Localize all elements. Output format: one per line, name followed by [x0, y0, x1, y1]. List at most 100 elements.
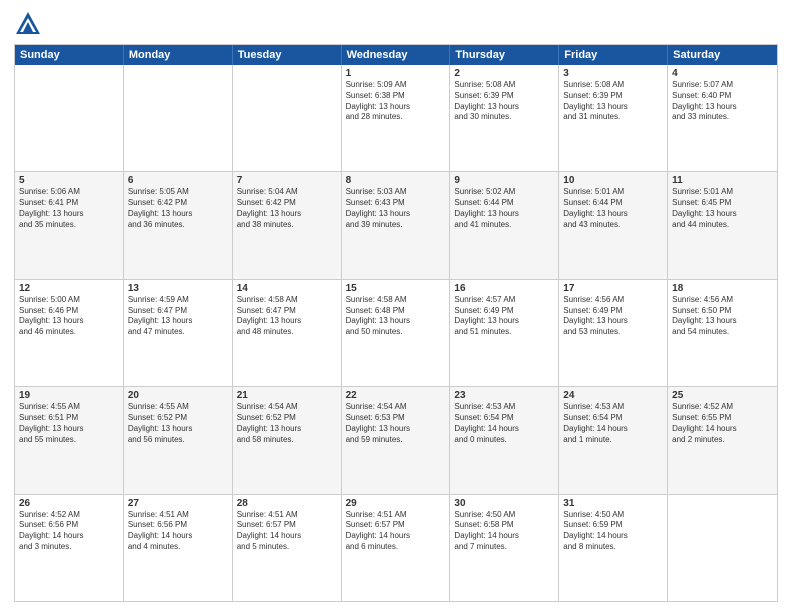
day-info: Sunrise: 4:54 AM Sunset: 6:52 PM Dayligh…	[237, 402, 337, 445]
day-number: 16	[454, 283, 554, 294]
header-day-sunday: Sunday	[15, 45, 124, 65]
day-info: Sunrise: 4:53 AM Sunset: 6:54 PM Dayligh…	[454, 402, 554, 445]
day-number: 14	[237, 283, 337, 294]
day-number: 11	[672, 175, 773, 186]
day-info: Sunrise: 4:58 AM Sunset: 6:48 PM Dayligh…	[346, 295, 446, 338]
calendar-cell: 5Sunrise: 5:06 AM Sunset: 6:41 PM Daylig…	[15, 172, 124, 278]
calendar-week-1: 1Sunrise: 5:09 AM Sunset: 6:38 PM Daylig…	[15, 65, 777, 172]
day-number: 4	[672, 68, 773, 79]
calendar-cell: 15Sunrise: 4:58 AM Sunset: 6:48 PM Dayli…	[342, 280, 451, 386]
calendar-week-2: 5Sunrise: 5:06 AM Sunset: 6:41 PM Daylig…	[15, 172, 777, 279]
day-number: 19	[19, 390, 119, 401]
day-info: Sunrise: 5:00 AM Sunset: 6:46 PM Dayligh…	[19, 295, 119, 338]
day-info: Sunrise: 4:54 AM Sunset: 6:53 PM Dayligh…	[346, 402, 446, 445]
day-info: Sunrise: 4:52 AM Sunset: 6:55 PM Dayligh…	[672, 402, 773, 445]
day-number: 15	[346, 283, 446, 294]
header-day-monday: Monday	[124, 45, 233, 65]
day-number: 2	[454, 68, 554, 79]
calendar-cell: 6Sunrise: 5:05 AM Sunset: 6:42 PM Daylig…	[124, 172, 233, 278]
day-number: 5	[19, 175, 119, 186]
day-info: Sunrise: 4:55 AM Sunset: 6:52 PM Dayligh…	[128, 402, 228, 445]
calendar-cell: 20Sunrise: 4:55 AM Sunset: 6:52 PM Dayli…	[124, 387, 233, 493]
calendar-cell: 18Sunrise: 4:56 AM Sunset: 6:50 PM Dayli…	[668, 280, 777, 386]
calendar-cell: 17Sunrise: 4:56 AM Sunset: 6:49 PM Dayli…	[559, 280, 668, 386]
day-info: Sunrise: 5:04 AM Sunset: 6:42 PM Dayligh…	[237, 187, 337, 230]
day-info: Sunrise: 5:08 AM Sunset: 6:39 PM Dayligh…	[454, 80, 554, 123]
day-number: 13	[128, 283, 228, 294]
day-number: 1	[346, 68, 446, 79]
day-number: 23	[454, 390, 554, 401]
day-info: Sunrise: 5:05 AM Sunset: 6:42 PM Dayligh…	[128, 187, 228, 230]
day-info: Sunrise: 5:03 AM Sunset: 6:43 PM Dayligh…	[346, 187, 446, 230]
calendar-cell	[233, 65, 342, 171]
calendar-cell: 16Sunrise: 4:57 AM Sunset: 6:49 PM Dayli…	[450, 280, 559, 386]
calendar: SundayMondayTuesdayWednesdayThursdayFrid…	[14, 44, 778, 602]
day-info: Sunrise: 4:52 AM Sunset: 6:56 PM Dayligh…	[19, 510, 119, 553]
day-info: Sunrise: 5:02 AM Sunset: 6:44 PM Dayligh…	[454, 187, 554, 230]
day-number: 22	[346, 390, 446, 401]
calendar-cell: 21Sunrise: 4:54 AM Sunset: 6:52 PM Dayli…	[233, 387, 342, 493]
calendar-cell: 19Sunrise: 4:55 AM Sunset: 6:51 PM Dayli…	[15, 387, 124, 493]
day-info: Sunrise: 5:01 AM Sunset: 6:44 PM Dayligh…	[563, 187, 663, 230]
calendar-cell: 3Sunrise: 5:08 AM Sunset: 6:39 PM Daylig…	[559, 65, 668, 171]
day-number: 8	[346, 175, 446, 186]
calendar-cell: 11Sunrise: 5:01 AM Sunset: 6:45 PM Dayli…	[668, 172, 777, 278]
header-day-friday: Friday	[559, 45, 668, 65]
logo	[14, 10, 46, 38]
day-number: 25	[672, 390, 773, 401]
day-info: Sunrise: 4:56 AM Sunset: 6:50 PM Dayligh…	[672, 295, 773, 338]
day-number: 3	[563, 68, 663, 79]
day-number: 12	[19, 283, 119, 294]
day-number: 26	[19, 498, 119, 509]
calendar-cell	[15, 65, 124, 171]
day-info: Sunrise: 4:51 AM Sunset: 6:57 PM Dayligh…	[237, 510, 337, 553]
day-info: Sunrise: 4:56 AM Sunset: 6:49 PM Dayligh…	[563, 295, 663, 338]
header-day-thursday: Thursday	[450, 45, 559, 65]
day-number: 29	[346, 498, 446, 509]
calendar-cell: 24Sunrise: 4:53 AM Sunset: 6:54 PM Dayli…	[559, 387, 668, 493]
calendar-cell: 14Sunrise: 4:58 AM Sunset: 6:47 PM Dayli…	[233, 280, 342, 386]
logo-icon	[14, 10, 42, 38]
day-info: Sunrise: 4:57 AM Sunset: 6:49 PM Dayligh…	[454, 295, 554, 338]
calendar-cell: 10Sunrise: 5:01 AM Sunset: 6:44 PM Dayli…	[559, 172, 668, 278]
calendar-week-4: 19Sunrise: 4:55 AM Sunset: 6:51 PM Dayli…	[15, 387, 777, 494]
day-info: Sunrise: 4:59 AM Sunset: 6:47 PM Dayligh…	[128, 295, 228, 338]
calendar-cell: 1Sunrise: 5:09 AM Sunset: 6:38 PM Daylig…	[342, 65, 451, 171]
calendar-body: 1Sunrise: 5:09 AM Sunset: 6:38 PM Daylig…	[15, 65, 777, 601]
day-number: 27	[128, 498, 228, 509]
calendar-cell: 25Sunrise: 4:52 AM Sunset: 6:55 PM Dayli…	[668, 387, 777, 493]
day-info: Sunrise: 4:53 AM Sunset: 6:54 PM Dayligh…	[563, 402, 663, 445]
calendar-cell: 27Sunrise: 4:51 AM Sunset: 6:56 PM Dayli…	[124, 495, 233, 601]
day-info: Sunrise: 4:51 AM Sunset: 6:57 PM Dayligh…	[346, 510, 446, 553]
calendar-header: SundayMondayTuesdayWednesdayThursdayFrid…	[15, 45, 777, 65]
calendar-cell: 9Sunrise: 5:02 AM Sunset: 6:44 PM Daylig…	[450, 172, 559, 278]
header-day-wednesday: Wednesday	[342, 45, 451, 65]
day-number: 18	[672, 283, 773, 294]
day-number: 30	[454, 498, 554, 509]
calendar-cell: 23Sunrise: 4:53 AM Sunset: 6:54 PM Dayli…	[450, 387, 559, 493]
day-info: Sunrise: 5:07 AM Sunset: 6:40 PM Dayligh…	[672, 80, 773, 123]
day-info: Sunrise: 5:08 AM Sunset: 6:39 PM Dayligh…	[563, 80, 663, 123]
calendar-cell: 31Sunrise: 4:50 AM Sunset: 6:59 PM Dayli…	[559, 495, 668, 601]
calendar-cell	[668, 495, 777, 601]
day-info: Sunrise: 4:51 AM Sunset: 6:56 PM Dayligh…	[128, 510, 228, 553]
header-day-tuesday: Tuesday	[233, 45, 342, 65]
header	[14, 10, 778, 38]
day-info: Sunrise: 4:58 AM Sunset: 6:47 PM Dayligh…	[237, 295, 337, 338]
day-number: 6	[128, 175, 228, 186]
day-number: 9	[454, 175, 554, 186]
day-number: 17	[563, 283, 663, 294]
day-number: 28	[237, 498, 337, 509]
calendar-cell: 2Sunrise: 5:08 AM Sunset: 6:39 PM Daylig…	[450, 65, 559, 171]
calendar-cell: 12Sunrise: 5:00 AM Sunset: 6:46 PM Dayli…	[15, 280, 124, 386]
day-number: 7	[237, 175, 337, 186]
calendar-cell: 28Sunrise: 4:51 AM Sunset: 6:57 PM Dayli…	[233, 495, 342, 601]
calendar-cell: 4Sunrise: 5:07 AM Sunset: 6:40 PM Daylig…	[668, 65, 777, 171]
day-number: 24	[563, 390, 663, 401]
day-number: 31	[563, 498, 663, 509]
calendar-cell: 30Sunrise: 4:50 AM Sunset: 6:58 PM Dayli…	[450, 495, 559, 601]
calendar-cell: 26Sunrise: 4:52 AM Sunset: 6:56 PM Dayli…	[15, 495, 124, 601]
calendar-week-5: 26Sunrise: 4:52 AM Sunset: 6:56 PM Dayli…	[15, 495, 777, 601]
calendar-cell: 13Sunrise: 4:59 AM Sunset: 6:47 PM Dayli…	[124, 280, 233, 386]
header-day-saturday: Saturday	[668, 45, 777, 65]
